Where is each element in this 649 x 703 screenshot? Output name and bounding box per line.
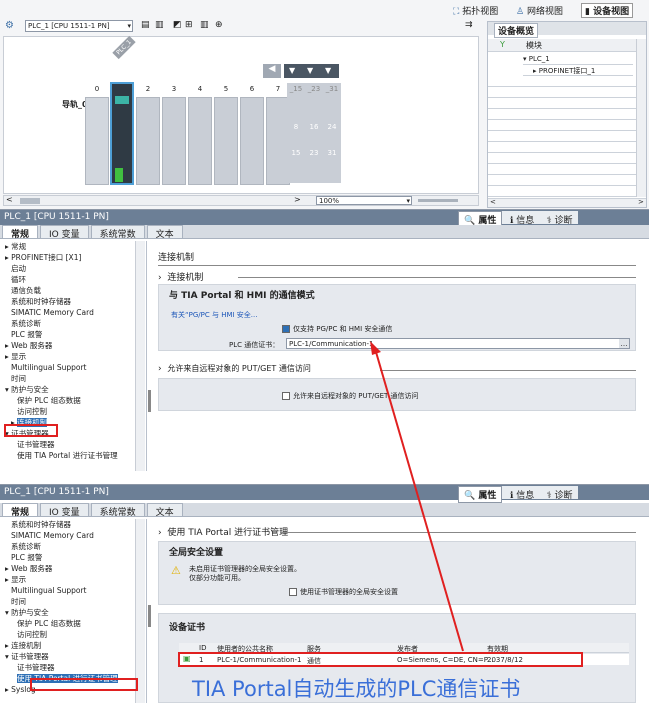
annotation-arrow (370, 341, 464, 652)
arrow-line (375, 351, 464, 652)
arrow-head (370, 341, 381, 355)
